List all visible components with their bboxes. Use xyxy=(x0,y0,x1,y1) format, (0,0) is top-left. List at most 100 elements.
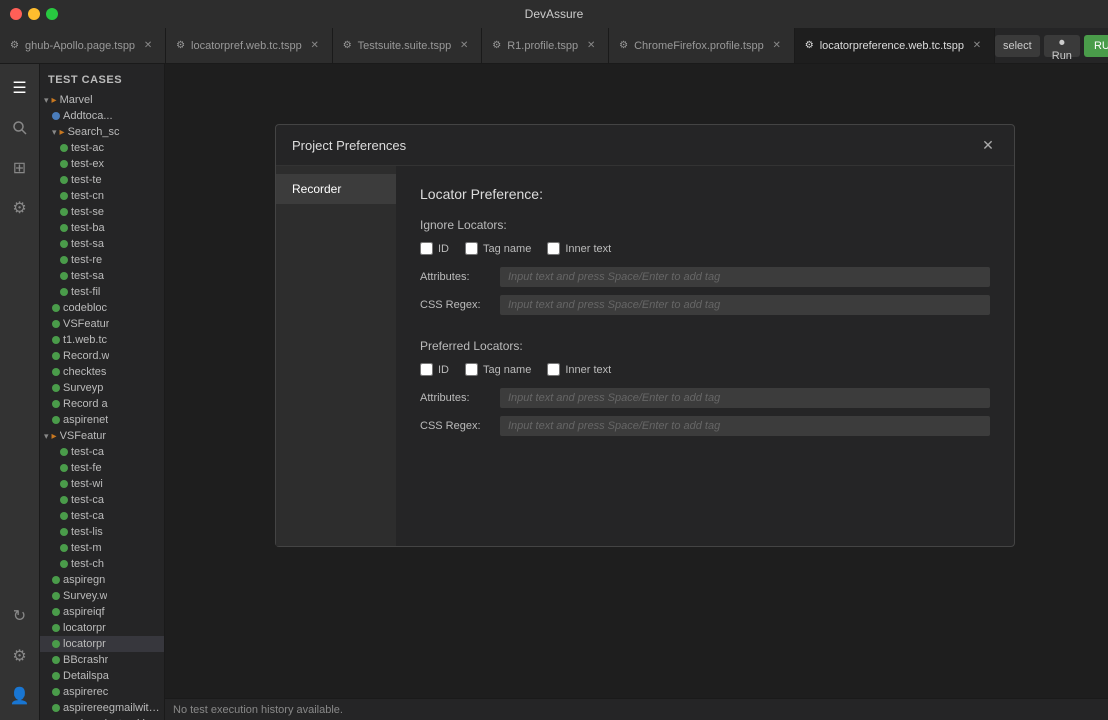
sidebar-item-test-lis[interactable]: test-lis xyxy=(40,524,164,540)
sidebar-item-locatorpr1[interactable]: locatorpr xyxy=(40,620,164,636)
dialog-close-button[interactable]: ✕ xyxy=(978,135,998,155)
sidebar-item-test-se[interactable]: test-se xyxy=(40,204,164,220)
sidebar-item-aspiregn[interactable]: aspiregn xyxy=(40,572,164,588)
run-button[interactable]: RUN ▶ xyxy=(1084,35,1108,57)
tree-item-label: aspireiqf xyxy=(63,606,105,618)
sidebar-item-addtoca[interactable]: Addtoca... xyxy=(40,108,164,124)
sidebar-item-marvel[interactable]: ▾ ▸ Marvel xyxy=(40,92,164,108)
tree-item-label: test-ch xyxy=(71,558,104,570)
sidebar-item-test-ca2[interactable]: test-ca xyxy=(40,492,164,508)
pref-innertext-checkbox[interactable] xyxy=(547,363,560,376)
file-dot-icon xyxy=(60,512,68,520)
minimize-traffic-light[interactable] xyxy=(28,8,40,20)
ignore-innertext-checkbox-label[interactable]: Inner text xyxy=(547,242,611,255)
tab-2[interactable]: ⚙ locatorpref.web.tc.tspp ✕ xyxy=(166,28,333,63)
sidebar-item-aspireemail[interactable]: aspirereegmailwithout2fa.w xyxy=(40,700,164,716)
close-traffic-light[interactable] xyxy=(10,8,22,20)
sidebar-item-test-fil[interactable]: test-fil xyxy=(40,284,164,300)
tab-close-6[interactable]: ✕ xyxy=(970,39,984,53)
record-and-run-button[interactable]: ⏺ Run xyxy=(1044,35,1080,57)
tab-close-5[interactable]: ✕ xyxy=(770,39,784,53)
activity-search-icon[interactable] xyxy=(4,112,36,144)
activity-grid-icon[interactable]: ⊞ xyxy=(4,152,36,184)
sidebar-item-test-m[interactable]: test-m xyxy=(40,540,164,556)
sidebar-item-test-ac[interactable]: test-ac xyxy=(40,140,164,156)
sidebar-item-vsfeatur1[interactable]: VSFeatur xyxy=(40,316,164,332)
sidebar-item-recorda[interactable]: Record a xyxy=(40,396,164,412)
tab-close-4[interactable]: ✕ xyxy=(584,39,598,53)
activity-refresh-icon[interactable]: ↻ xyxy=(4,600,36,632)
tree-item-label: test-lis xyxy=(71,526,103,538)
sidebar-item-test-sa2[interactable]: test-sa xyxy=(40,268,164,284)
pref-cssregex-input[interactable] xyxy=(500,416,990,436)
status-bar: No test execution history available. xyxy=(165,698,1108,720)
sidebar-item-test-te[interactable]: test-te xyxy=(40,172,164,188)
pref-attributes-row: Attributes: xyxy=(420,388,990,408)
sidebar-item-test-ba[interactable]: test-ba xyxy=(40,220,164,236)
tab-3[interactable]: ⚙ Testsuite.suite.tspp ✕ xyxy=(333,28,483,63)
sidebar-item-test-ca1[interactable]: test-ca xyxy=(40,444,164,460)
tab-close-2[interactable]: ✕ xyxy=(308,39,322,53)
select-button[interactable]: select xyxy=(995,35,1040,57)
sidebar-item-test-wi[interactable]: test-wi xyxy=(40,476,164,492)
sidebar-item-search-sc[interactable]: ▾ ▸ Search_sc xyxy=(40,124,164,140)
sidebar-item-test-ca3[interactable]: test-ca xyxy=(40,508,164,524)
tab-close-1[interactable]: ✕ xyxy=(141,39,155,53)
sidebar-item-recordw[interactable]: Record.w xyxy=(40,348,164,364)
preferred-locators-group: Preferred Locators: ID Tag name xyxy=(420,339,990,436)
tab-6[interactable]: ⚙ locatorpreference.web.tc.tspp ✕ xyxy=(795,28,995,63)
file-dot-icon xyxy=(52,640,60,648)
ignore-attributes-input[interactable] xyxy=(500,267,990,287)
sidebar-item-aspiresales[interactable]: aspiresalestracking.web.tc.tsp xyxy=(40,716,164,720)
activity-menu-icon[interactable]: ☰ xyxy=(4,72,36,104)
chevron-down-icon: ▾ xyxy=(44,95,49,106)
sidebar-item-aspireiqf[interactable]: aspireiqf xyxy=(40,604,164,620)
tab-icon-3: ⚙ xyxy=(343,40,352,51)
sidebar-item-test-sa1[interactable]: test-sa xyxy=(40,236,164,252)
sidebar-item-checktes[interactable]: checktes xyxy=(40,364,164,380)
tab-close-3[interactable]: ✕ xyxy=(457,39,471,53)
sidebar-item-surveyp[interactable]: Surveyp xyxy=(40,380,164,396)
ignore-tagname-label: Tag name xyxy=(483,243,531,255)
maximize-traffic-light[interactable] xyxy=(46,8,58,20)
pref-tagname-checkbox[interactable] xyxy=(465,363,478,376)
ignore-innertext-checkbox[interactable] xyxy=(547,242,560,255)
nav-item-recorder[interactable]: Recorder xyxy=(276,174,396,204)
sidebar-item-test-ch[interactable]: test-ch xyxy=(40,556,164,572)
ignore-tagname-checkbox-label[interactable]: Tag name xyxy=(465,242,531,255)
ignore-cssregex-input[interactable] xyxy=(500,295,990,315)
sidebar-item-aspirenet[interactable]: aspirenet xyxy=(40,412,164,428)
sidebar-item-codebloc[interactable]: codebloc xyxy=(40,300,164,316)
tab-4[interactable]: ⚙ R1.profile.tspp ✕ xyxy=(482,28,609,63)
pref-tagname-checkbox-label[interactable]: Tag name xyxy=(465,363,531,376)
pref-id-checkbox-label[interactable]: ID xyxy=(420,363,449,376)
sidebar-item-surveyw[interactable]: Survey.w xyxy=(40,588,164,604)
pref-id-checkbox[interactable] xyxy=(420,363,433,376)
sidebar-item-vsfeatur-folder[interactable]: ▾ ▸ VSFeatur xyxy=(40,428,164,444)
run-label: RUN xyxy=(1094,40,1108,52)
pref-innertext-checkbox-label[interactable]: Inner text xyxy=(547,363,611,376)
sidebar-item-detailspa[interactable]: Detailspa xyxy=(40,668,164,684)
sidebar-item-t1web[interactable]: t1.web.tc xyxy=(40,332,164,348)
sidebar-item-test-fe[interactable]: test-fe xyxy=(40,460,164,476)
tab-1[interactable]: ⚙ ghub-Apollo.page.tspp ✕ xyxy=(0,28,166,63)
sidebar-item-test-cn[interactable]: test-cn xyxy=(40,188,164,204)
ignore-id-checkbox-label[interactable]: ID xyxy=(420,242,449,255)
activity-user-icon[interactable]: 👤 xyxy=(4,680,36,712)
sidebar-item-test-re[interactable]: test-re xyxy=(40,252,164,268)
tree-item-label: test-te xyxy=(71,174,102,186)
file-dot-icon xyxy=(52,416,60,424)
tab-5[interactable]: ⚙ ChromeFirefox.profile.tspp ✕ xyxy=(609,28,795,63)
pref-attributes-input[interactable] xyxy=(500,388,990,408)
sidebar-item-bbcrashr[interactable]: BBcrashr xyxy=(40,652,164,668)
sidebar-item-aspirerec[interactable]: aspirerec xyxy=(40,684,164,700)
activity-settings-icon[interactable]: ⚙ xyxy=(4,192,36,224)
file-dot-icon xyxy=(60,192,68,200)
ignore-id-checkbox[interactable] xyxy=(420,242,433,255)
activity-gear-icon[interactable]: ⚙ xyxy=(4,640,36,672)
sidebar-item-locatorpr2[interactable]: locatorpr xyxy=(40,636,164,652)
file-dot-icon xyxy=(60,160,68,168)
tree-item-label: codebloc xyxy=(63,302,107,314)
sidebar-item-test-ex[interactable]: test-ex xyxy=(40,156,164,172)
ignore-tagname-checkbox[interactable] xyxy=(465,242,478,255)
